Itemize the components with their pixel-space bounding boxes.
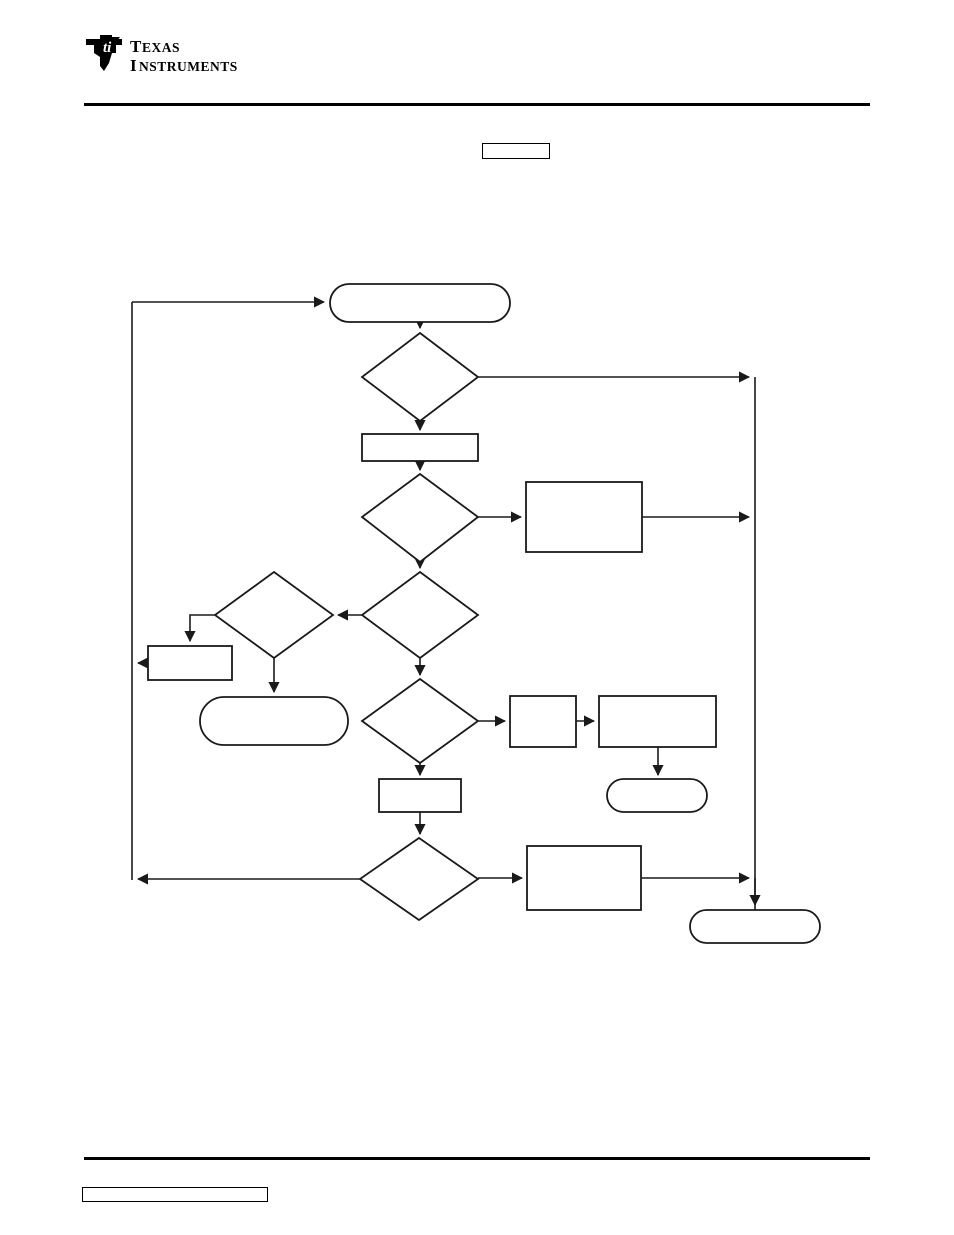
flow-node-process-5 (598, 695, 717, 748)
flow-node-process-2 (525, 481, 643, 553)
flow-node-terminator-2 (199, 696, 349, 746)
edge-n7-to-n8 (184, 614, 215, 643)
flow-node-process-1 (361, 433, 479, 462)
footer-reference-box (82, 1187, 268, 1202)
flow-node-process-7 (526, 845, 642, 911)
flow-node-terminator-3 (606, 778, 708, 813)
flow-node-process-3 (147, 645, 233, 681)
flow-node-decision-2 (360, 472, 480, 564)
footer-divider-rule (84, 1157, 870, 1160)
flow-node-process-6 (378, 778, 462, 813)
flow-node-decision-1 (360, 331, 480, 423)
document-page: ti T EXAS I NSTRUMENTS (0, 0, 954, 1235)
flow-node-decision-4 (213, 570, 335, 660)
flow-node-end-terminator (689, 909, 821, 944)
flow-node-decision-3 (360, 570, 480, 660)
flow-node-process-4 (509, 695, 577, 748)
flowchart-diagram (131, 283, 821, 944)
flow-node-decision-5 (360, 677, 480, 765)
flow-node-start-terminator (329, 283, 511, 323)
flow-node-decision-6 (358, 836, 480, 922)
